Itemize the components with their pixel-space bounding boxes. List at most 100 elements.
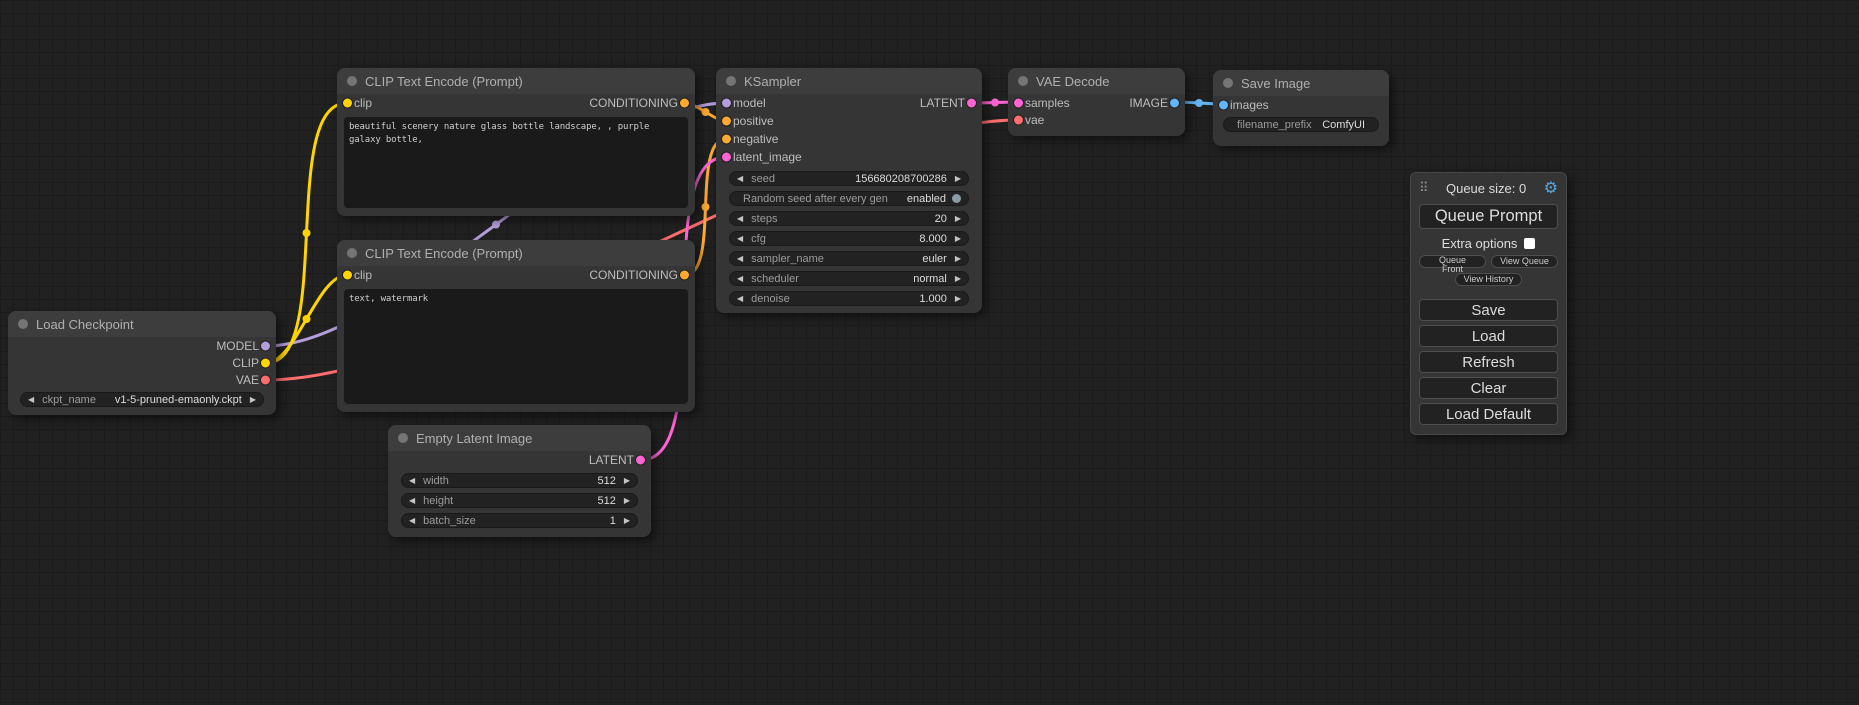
link-midpoint-dot[interactable] <box>991 99 999 107</box>
combo-prev-arrow-icon[interactable]: ◀ <box>737 255 743 263</box>
cfg-number-widget[interactable]: ◀ cfg 8.000 ▶ <box>729 231 969 246</box>
view-history-button[interactable]: View History <box>1455 273 1523 286</box>
collapse-dot-icon[interactable] <box>347 76 357 86</box>
combo-next-arrow-icon[interactable]: ▶ <box>250 396 256 404</box>
node-load-checkpoint[interactable]: Load Checkpoint MODEL CLIP VAE ◀ ckpt_na… <box>8 311 276 415</box>
input-dot-vae[interactable] <box>1014 115 1023 124</box>
decrement-arrow-icon[interactable]: ◀ <box>409 497 415 505</box>
decrement-arrow-icon[interactable]: ◀ <box>737 235 743 243</box>
slot-label: LATENT <box>920 96 965 110</box>
scheduler-combo-widget[interactable]: ◀ scheduler normal ▶ <box>729 271 969 286</box>
node-title-bar[interactable]: Save Image <box>1213 70 1389 96</box>
input-dot-model[interactable] <box>722 99 731 108</box>
output-dot-image[interactable] <box>1170 98 1179 107</box>
seed-number-widget[interactable]: ◀ seed 156680208700286 ▶ <box>729 171 969 186</box>
clear-button[interactable]: Clear <box>1419 377 1558 399</box>
prompt-textarea[interactable]: text, watermark <box>344 289 688 404</box>
collapse-dot-icon[interactable] <box>18 319 28 329</box>
input-dot-samples[interactable] <box>1014 98 1023 107</box>
refresh-button[interactable]: Refresh <box>1419 351 1558 373</box>
collapse-dot-icon[interactable] <box>726 76 736 86</box>
denoise-number-widget[interactable]: ◀ denoise 1.000 ▶ <box>729 291 969 306</box>
node-empty-latent-image[interactable]: Empty Latent Image LATENT ◀ width 512 ▶ … <box>388 425 651 537</box>
output-dot-conditioning[interactable] <box>680 98 689 107</box>
queue-front-button[interactable]: Queue Front <box>1419 255 1486 268</box>
increment-arrow-icon[interactable]: ▶ <box>955 215 961 223</box>
slot-label: negative <box>733 132 778 146</box>
output-dot-model[interactable] <box>261 341 270 350</box>
link-midpoint-dot[interactable] <box>303 315 311 323</box>
random-seed-toggle-widget[interactable]: Random seed after every gen enabled <box>729 191 969 206</box>
link-midpoint-dot[interactable] <box>303 229 311 237</box>
collapse-dot-icon[interactable] <box>398 433 408 443</box>
node-title-bar[interactable]: Empty Latent Image <box>388 425 651 451</box>
increment-arrow-icon[interactable]: ▶ <box>624 477 630 485</box>
node-clip-text-encode-positive[interactable]: CLIP Text Encode (Prompt) clip CONDITION… <box>337 68 695 216</box>
link-midpoint-dot[interactable] <box>702 203 710 211</box>
input-dot-clip[interactable] <box>343 98 352 107</box>
decrement-arrow-icon[interactable]: ◀ <box>737 295 743 303</box>
toggle-knob-icon[interactable] <box>952 194 961 203</box>
input-dot-negative[interactable] <box>722 135 731 144</box>
increment-arrow-icon[interactable]: ▶ <box>624 497 630 505</box>
input-dot-positive[interactable] <box>722 117 731 126</box>
increment-arrow-icon[interactable]: ▶ <box>955 175 961 183</box>
input-dot-clip[interactable] <box>343 270 352 279</box>
link-midpoint-dot[interactable] <box>1195 99 1203 107</box>
link-midpoint-dot[interactable] <box>492 221 500 229</box>
combo-prev-arrow-icon[interactable]: ◀ <box>28 396 34 404</box>
node-title-bar[interactable]: KSampler <box>716 68 982 94</box>
link-midpoint-dot[interactable] <box>702 108 710 116</box>
extra-options-checkbox[interactable] <box>1524 238 1535 249</box>
height-number-widget[interactable]: ◀ height 512 ▶ <box>401 493 638 508</box>
input-dot-images[interactable] <box>1219 100 1228 109</box>
node-vae-decode[interactable]: VAE Decode samples IMAGE vae <box>1008 68 1185 136</box>
slot-label: IMAGE <box>1129 96 1168 110</box>
increment-arrow-icon[interactable]: ▶ <box>624 517 630 525</box>
collapse-dot-icon[interactable] <box>347 248 357 258</box>
increment-arrow-icon[interactable]: ▶ <box>955 295 961 303</box>
ckpt-name-combo-widget[interactable]: ◀ ckpt_name v1-5-pruned-emaonly.ckpt ▶ <box>20 392 264 407</box>
decrement-arrow-icon[interactable]: ◀ <box>737 175 743 183</box>
batch-size-number-widget[interactable]: ◀ batch_size 1 ▶ <box>401 513 638 528</box>
save-button[interactable]: Save <box>1419 299 1558 321</box>
settings-gear-icon[interactable]: ⚙ <box>1544 178 1558 198</box>
collapse-dot-icon[interactable] <box>1223 78 1233 88</box>
combo-next-arrow-icon[interactable]: ▶ <box>955 275 961 283</box>
node-clip-text-encode-negative[interactable]: CLIP Text Encode (Prompt) clip CONDITION… <box>337 240 695 412</box>
decrement-arrow-icon[interactable]: ◀ <box>737 215 743 223</box>
decrement-arrow-icon[interactable]: ◀ <box>409 517 415 525</box>
input-slot-row: negative <box>716 130 982 148</box>
width-number-widget[interactable]: ◀ width 512 ▶ <box>401 473 638 488</box>
output-dot-latent[interactable] <box>967 99 976 108</box>
node-ksampler[interactable]: KSampler model LATENT positive negative … <box>716 68 982 313</box>
steps-number-widget[interactable]: ◀ steps 20 ▶ <box>729 211 969 226</box>
node-save-image[interactable]: Save Image images filename_prefix ComfyU… <box>1213 70 1389 146</box>
collapse-dot-icon[interactable] <box>1018 76 1028 86</box>
drag-handle-icon[interactable]: ⠿ <box>1419 180 1429 196</box>
load-default-button[interactable]: Load Default <box>1419 403 1558 425</box>
filename-prefix-text-widget[interactable]: filename_prefix ComfyUI <box>1223 117 1379 132</box>
view-queue-button[interactable]: View Queue <box>1491 255 1558 268</box>
node-graph-canvas[interactable]: Load Checkpoint MODEL CLIP VAE ◀ ckpt_na… <box>0 0 1859 705</box>
sampler-name-combo-widget[interactable]: ◀ sampler_name euler ▶ <box>729 251 969 266</box>
output-dot-conditioning[interactable] <box>680 270 689 279</box>
load-button[interactable]: Load <box>1419 325 1558 347</box>
combo-prev-arrow-icon[interactable]: ◀ <box>737 275 743 283</box>
increment-arrow-icon[interactable]: ▶ <box>955 235 961 243</box>
node-title-bar[interactable]: CLIP Text Encode (Prompt) <box>337 240 695 266</box>
input-slot-row: latent_image <box>716 148 982 166</box>
combo-next-arrow-icon[interactable]: ▶ <box>955 255 961 263</box>
widget-label: filename_prefix <box>1237 119 1312 131</box>
node-title-bar[interactable]: Load Checkpoint <box>8 311 276 337</box>
input-dot-latent-image[interactable] <box>722 153 731 162</box>
node-title-bar[interactable]: VAE Decode <box>1008 68 1185 94</box>
prompt-textarea[interactable]: beautiful scenery nature glass bottle la… <box>344 117 688 208</box>
output-dot-vae[interactable] <box>261 375 270 384</box>
node-title-bar[interactable]: CLIP Text Encode (Prompt) <box>337 68 695 94</box>
slot-row: clip CONDITIONING <box>337 266 695 283</box>
queue-prompt-button[interactable]: Queue Prompt <box>1419 204 1558 229</box>
decrement-arrow-icon[interactable]: ◀ <box>409 477 415 485</box>
output-dot-latent[interactable] <box>636 455 645 464</box>
output-dot-clip[interactable] <box>261 358 270 367</box>
